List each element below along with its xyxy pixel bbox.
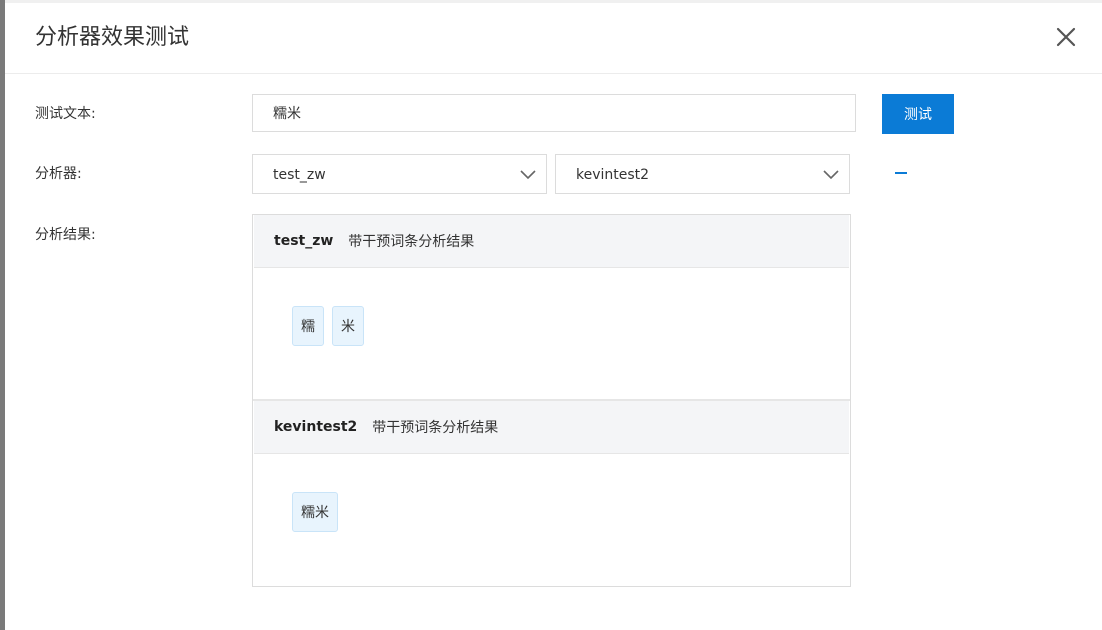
test-text-label: 测试文本: (35, 106, 96, 122)
token-list: 糯米 (292, 492, 338, 532)
analyzer-label: 分析器: (35, 166, 82, 182)
result-group-body: 糯米 (254, 454, 849, 584)
result-group-body: 糯 米 (254, 268, 849, 398)
test-button[interactable]: 测试 (882, 94, 954, 134)
result-analyzer-name: kevintest2 (274, 419, 358, 435)
token-chip: 糯 (292, 306, 324, 346)
result-analyzer-name: test_zw (274, 233, 334, 249)
analyzer-select-2[interactable]: kevintest2 (555, 154, 850, 194)
result-description: 带干预词条分析结果 (372, 420, 499, 436)
close-icon[interactable] (1054, 25, 1078, 49)
result-group-kevintest2: kevintest2 带干预词条分析结果 糯米 (254, 401, 849, 584)
result-label: 分析结果: (35, 227, 96, 243)
analysis-results-panel: test_zw 带干预词条分析结果 糯 米 kevintest2 带干预词条分析… (252, 214, 851, 587)
result-group-test-zw: test_zw 带干预词条分析结果 糯 米 (254, 215, 849, 398)
result-group-header: test_zw 带干预词条分析结果 (254, 215, 849, 268)
analyzer-select-1[interactable]: test_zw (252, 154, 547, 194)
result-description: 带干预词条分析结果 (348, 234, 475, 250)
chevron-down-icon (520, 167, 536, 183)
token-chip: 糯米 (292, 492, 338, 532)
dialog-header: 分析器效果测试 (5, 3, 1102, 74)
remove-analyzer-minus-icon[interactable] (893, 165, 909, 181)
token-chip: 米 (332, 306, 364, 346)
analyzer-select-value: kevintest2 (576, 167, 650, 183)
analyzer-select-value: test_zw (273, 167, 326, 183)
chevron-down-icon (823, 167, 839, 183)
dialog-title: 分析器效果测试 (35, 25, 190, 50)
analyzer-test-dialog: 分析器效果测试 测试文本: 测试 分析器: test_zw kevintest2… (5, 3, 1102, 630)
token-list: 糯 米 (292, 306, 364, 346)
test-text-input[interactable] (252, 94, 856, 132)
result-group-header: kevintest2 带干预词条分析结果 (254, 401, 849, 454)
